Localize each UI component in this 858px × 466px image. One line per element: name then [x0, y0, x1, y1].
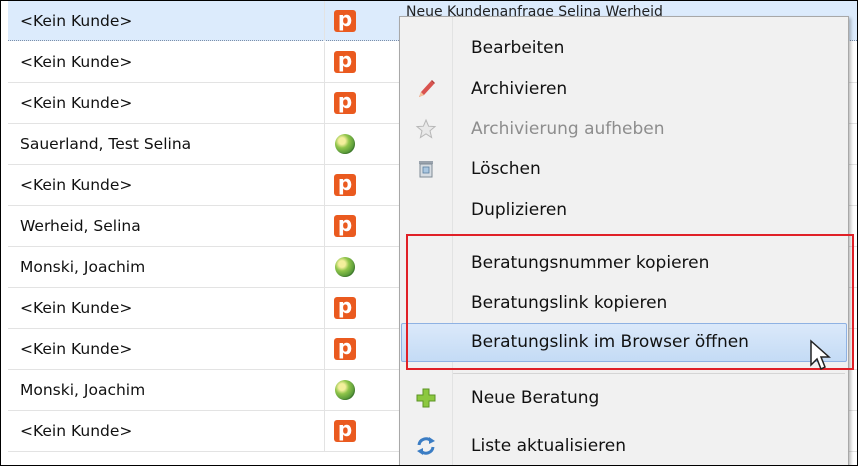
plus-icon [415, 387, 437, 409]
p-icon: p [334, 50, 356, 73]
globe-icon [334, 256, 356, 278]
customer-name: Monski, Joachim [20, 258, 146, 276]
star-icon [415, 118, 437, 140]
customer-name: Monski, Joachim [20, 381, 146, 399]
menu-item-archivieren[interactable]: Archivieren [401, 70, 847, 108]
menu-item-duplizieren[interactable]: Duplizieren [401, 191, 847, 229]
p-icon: p [334, 419, 356, 442]
menu-item-liste-aktualisieren[interactable]: Liste aktualisieren [401, 427, 847, 465]
app-frame: <Kein Kunde> p Neue Kundenanfrage Selina… [0, 0, 858, 466]
mouse-pointer-icon [809, 339, 831, 375]
p-icon: p [334, 91, 356, 114]
p-icon: p [334, 296, 356, 319]
p-icon: p [334, 214, 356, 237]
customer-name: Sauerland, Test Selina [20, 135, 192, 153]
annotation-highlight-box [406, 234, 854, 370]
menu-item-bearbeiten[interactable]: Bearbeiten [401, 29, 847, 67]
customer-name: Werheid, Selina [20, 217, 141, 235]
customer-name: <Kein Kunde> [20, 299, 133, 317]
customer-name: <Kein Kunde> [20, 94, 133, 112]
refresh-icon [415, 435, 437, 457]
customer-name: <Kein Kunde> [20, 422, 133, 440]
customer-name: <Kein Kunde> [20, 340, 133, 358]
trash-icon [415, 158, 437, 180]
customer-name: <Kein Kunde> [20, 176, 133, 194]
p-icon: p [334, 173, 356, 196]
p-icon: p [334, 9, 356, 32]
customer-name: <Kein Kunde> [20, 12, 133, 30]
menu-item-neue-beratung[interactable]: Neue Beratung [401, 379, 847, 417]
globe-icon [334, 133, 356, 155]
p-icon: p [334, 337, 356, 360]
globe-icon [334, 379, 356, 401]
menu-separator [453, 373, 845, 374]
pencil-icon [415, 78, 437, 100]
menu-item-loeschen[interactable]: Löschen [401, 150, 847, 188]
customer-name: <Kein Kunde> [20, 53, 133, 71]
menu-item-archivierung-aufheben[interactable]: Archivierung aufheben [401, 110, 847, 148]
